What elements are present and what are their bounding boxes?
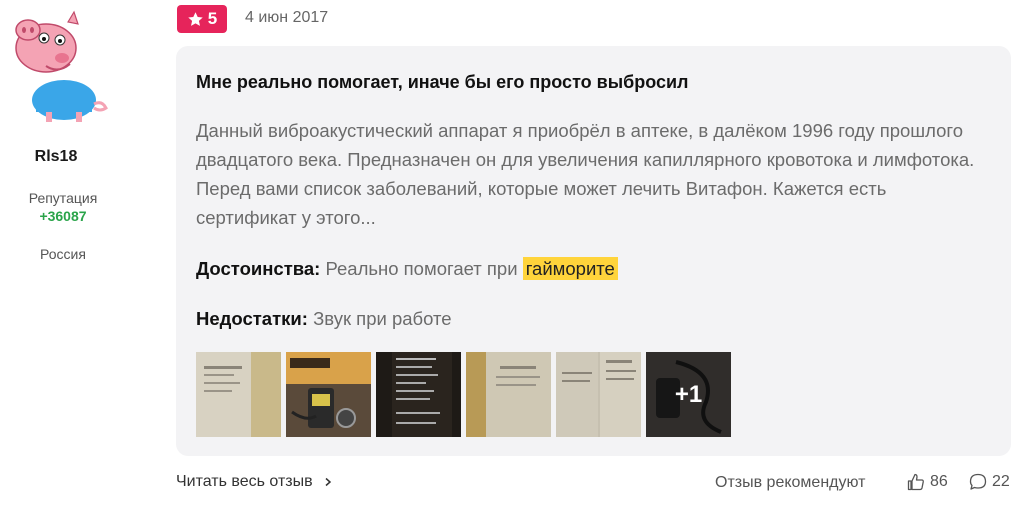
country: Россия bbox=[40, 246, 86, 262]
pros-highlight: гайморите bbox=[522, 257, 618, 280]
username[interactable]: Rls18 bbox=[0, 148, 112, 166]
reputation-label: Репутация bbox=[28, 190, 98, 206]
comments-button[interactable]: 22 bbox=[968, 472, 1010, 492]
likes-count: 86 bbox=[930, 473, 948, 490]
photo-thumbnail[interactable] bbox=[196, 352, 281, 437]
review-card[interactable]: Мне реально помогает, иначе бы его прост… bbox=[176, 46, 1011, 456]
review-date: 4 июн 2017 bbox=[245, 9, 329, 26]
like-button[interactable]: 86 bbox=[906, 472, 948, 492]
recommend-label: Отзыв рекомендуют bbox=[715, 474, 866, 491]
review-title[interactable]: Мне реально помогает, иначе бы его прост… bbox=[196, 72, 688, 93]
more-photos-count: +1 bbox=[674, 380, 703, 408]
read-more-label: Читать весь отзыв bbox=[176, 473, 313, 490]
comment-icon bbox=[969, 473, 987, 490]
photo-thumbnail[interactable] bbox=[376, 352, 461, 437]
cons: Недостатки: Звук при работе bbox=[196, 308, 452, 330]
rating-value: 5 bbox=[207, 9, 218, 28]
pros: Достоинства: Реально помогает при гаймор… bbox=[196, 257, 618, 280]
photo-thumbnail-more[interactable]: +1 bbox=[646, 352, 731, 437]
comments-count: 22 bbox=[992, 473, 1010, 490]
photo-thumbnail[interactable] bbox=[286, 352, 371, 437]
pros-text: Реально помогает при bbox=[325, 258, 518, 279]
review-text: Данный виброакустический аппарат я приоб… bbox=[196, 120, 975, 228]
chevron-right-icon bbox=[325, 477, 331, 487]
reputation-value: +36087 bbox=[39, 208, 87, 224]
read-more-link[interactable]: Читать весь отзыв bbox=[176, 473, 333, 491]
photo-gallery: +1 bbox=[196, 352, 731, 437]
photo-thumbnail[interactable] bbox=[466, 352, 551, 437]
peppa-pig-avatar-icon bbox=[15, 10, 108, 122]
photo-thumbnail[interactable] bbox=[556, 352, 641, 437]
thumbs-up-icon bbox=[907, 473, 924, 491]
rating-badge: 5 bbox=[177, 5, 227, 33]
cons-text: Звук при работе bbox=[313, 308, 452, 329]
star-icon bbox=[188, 11, 203, 26]
pros-label: Достоинства: bbox=[196, 258, 321, 279]
cons-label: Недостатки: bbox=[196, 308, 308, 329]
avatar[interactable] bbox=[6, 8, 118, 123]
